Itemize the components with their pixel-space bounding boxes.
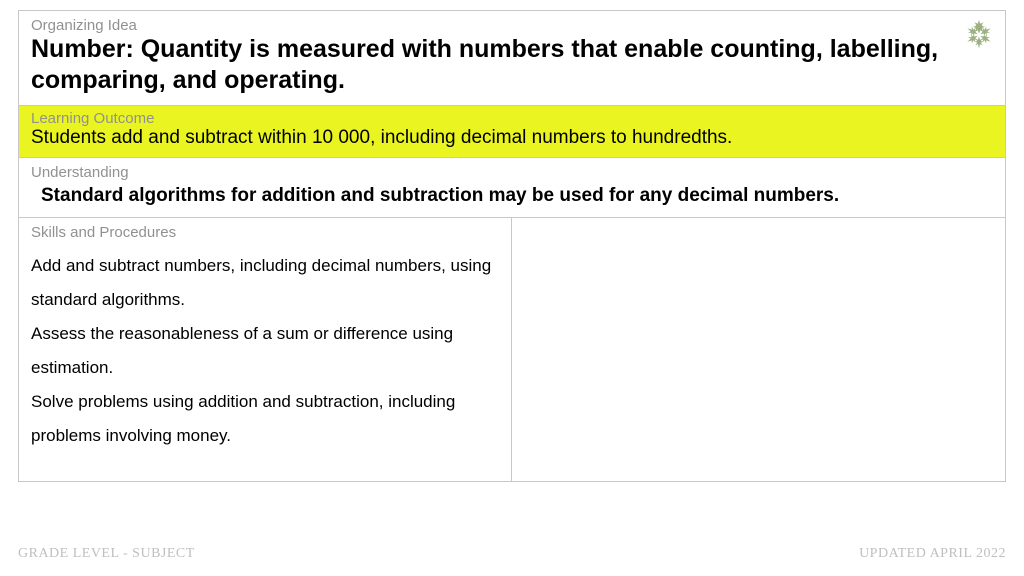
skills-label: Skills and Procedures [31,224,499,241]
organizing-title: Number: Quantity is measured with number… [31,34,993,97]
skills-item: Assess the reasonableness of a sum or di… [31,317,499,385]
skills-item: Solve problems using addition and subtra… [31,385,499,453]
skills-right-column [512,218,1005,481]
organizing-label: Organizing Idea [31,17,993,34]
understanding-section: Understanding Standard algorithms for ad… [19,158,1005,218]
skills-left-column: Skills and Procedures Add and subtract n… [19,218,512,481]
skills-section: Skills and Procedures Add and subtract n… [19,218,1005,481]
footer: GRADE LEVEL - SUBJECT UPDATED APRIL 2022 [18,546,1006,562]
understanding-label: Understanding [31,164,993,181]
understanding-text: Standard algorithms for addition and sub… [31,185,993,207]
curriculum-card: Organizing Idea Number: Quantity is meas… [18,10,1006,482]
learning-text: Students add and subtract within 10 000,… [31,127,993,149]
footer-left: GRADE LEVEL - SUBJECT [18,546,195,562]
skills-item: Add and subtract numbers, including deci… [31,249,499,317]
snowflake-icon [961,17,997,53]
footer-right: UPDATED APRIL 2022 [859,546,1006,562]
learning-outcome-section: Learning Outcome Students add and subtra… [19,106,1005,158]
learning-label: Learning Outcome [31,110,993,127]
organizing-idea-section: Organizing Idea Number: Quantity is meas… [19,11,1005,106]
